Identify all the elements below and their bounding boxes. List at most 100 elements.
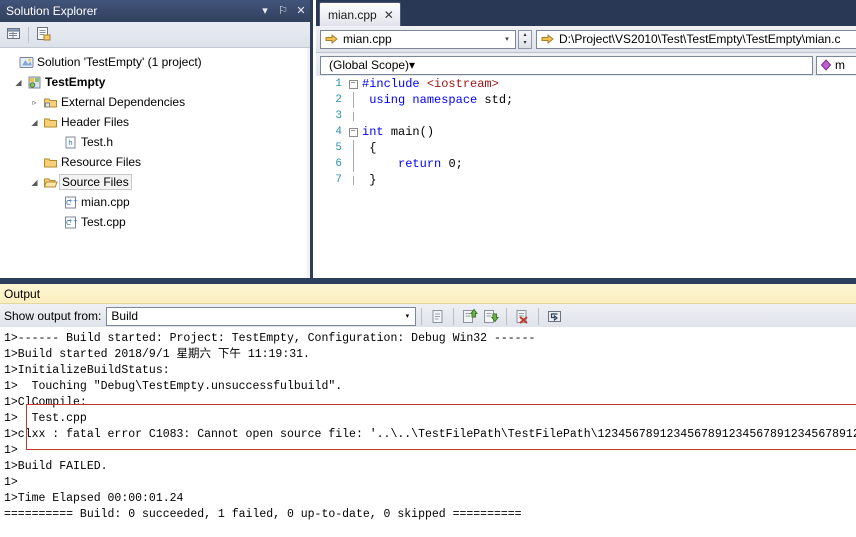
fold-toggle-icon[interactable]: − (346, 79, 360, 89)
code-token: return (398, 157, 449, 171)
toolbar-separator (506, 307, 508, 325)
scope-selector-dropdown[interactable]: (Global Scope) ▾ (320, 55, 813, 75)
output-source-value: Build (111, 309, 139, 323)
show-all-files-icon[interactable] (35, 25, 52, 45)
output-text-area[interactable]: 1>------ Build started: Project: TestEmp… (0, 327, 856, 537)
tree-item-label: Header Files (61, 115, 130, 129)
chevron-down-icon[interactable]: ▾ (409, 58, 415, 72)
fold-bar (346, 156, 360, 172)
editor-panel: mian.cpp ✕ mian.cpp ▾ ▴ ▾ D:\Project\VS2… (316, 0, 856, 278)
code-token: #include (362, 77, 427, 91)
tree-item-external-dependencies[interactable]: ▹ External Dependencies (0, 92, 307, 112)
output-line: ========== Build: 0 succeeded, 1 failed,… (4, 508, 522, 521)
output-source-dropdown[interactable]: Build ▾ (106, 306, 417, 326)
spinner-down-icon[interactable]: ▾ (523, 40, 526, 46)
file-path-display[interactable]: D:\Project\VS2010\Test\TestEmpty\TestEmp… (536, 29, 856, 49)
clear-all-icon[interactable] (512, 306, 533, 326)
cpp-file-icon: C ++ (61, 215, 79, 230)
spinner-up-icon[interactable]: ▴ (523, 32, 526, 38)
line-number: 7 (335, 174, 342, 186)
code-line: 2 using namespace std; (316, 92, 856, 108)
output-line: 1> Test.cpp (4, 412, 87, 425)
expander[interactable]: ◢ (28, 178, 41, 187)
tree-item-label: Test.cpp (81, 215, 126, 229)
toggle-word-wrap-icon[interactable] (544, 306, 565, 326)
tree-item-label: mian.cpp (81, 195, 130, 209)
code-line: 4 − int main() (316, 124, 856, 140)
fold-bar (346, 92, 360, 108)
folder-icon (41, 155, 59, 170)
folder-icon (41, 115, 59, 130)
expander[interactable]: ◢ (12, 78, 25, 87)
tree-item-mian-cpp[interactable]: C ++ mian.cpp (0, 192, 307, 212)
find-in-output-icon[interactable] (427, 306, 448, 326)
tree-item-solution[interactable]: Solution 'TestEmpty' (1 project) (0, 52, 307, 72)
tab-label: mian.cpp (328, 7, 377, 22)
tree-item-label: Test.h (81, 135, 114, 149)
output-line-error: 1>clxx : fatal error C1083: Cannot open … (4, 428, 856, 441)
dropdown-icon[interactable]: ▾ (256, 2, 274, 20)
file-arrow-icon (321, 33, 341, 45)
expander[interactable]: ▹ (28, 98, 41, 107)
line-number: 5 (335, 142, 342, 154)
scope-selector-value: (Global Scope) (329, 58, 410, 72)
output-line: 1>InitializeBuildStatus: (4, 364, 170, 377)
go-to-previous-message-icon[interactable] (459, 306, 480, 326)
close-icon[interactable]: ✕ (292, 2, 310, 20)
toolbar-separator (28, 26, 29, 43)
tree-item-test-h[interactable]: h Test.h (0, 132, 307, 152)
navigation-spinner[interactable]: ▴ ▾ (518, 29, 532, 49)
code-token: main() (390, 125, 435, 139)
expander[interactable]: ◢ (28, 118, 41, 127)
member-selector-dropdown[interactable]: m (816, 55, 856, 75)
tab-mian-cpp[interactable]: mian.cpp ✕ (319, 2, 401, 26)
member-selector-value: m (835, 58, 845, 72)
properties-icon[interactable] (5, 25, 22, 45)
code-line: 6 return 0; (316, 156, 856, 172)
output-line: 1> Touching "Debug\TestEmpty.unsuccessfu… (4, 380, 343, 393)
toolbar-separator (421, 307, 423, 325)
chevron-down-icon[interactable]: ▾ (399, 312, 415, 320)
tree-item-header-files[interactable]: ◢ Header Files (0, 112, 307, 132)
code-editor-surface[interactable]: 1 − #include <iostream> 2 using namespac… (316, 76, 856, 278)
project-icon (25, 75, 43, 90)
line-number: 4 (335, 126, 342, 138)
tree-item-label: Solution 'TestEmpty' (1 project) (37, 55, 202, 69)
code-line: 1 − #include <iostream> (316, 76, 856, 92)
code-token: <iostream> (426, 77, 499, 91)
svg-text:++: ++ (67, 218, 77, 225)
go-to-next-message-icon[interactable] (480, 306, 501, 326)
solution-tree[interactable]: Solution 'TestEmpty' (1 project) ◢ TestE… (0, 48, 307, 278)
tree-item-label: TestEmpty (45, 75, 106, 89)
output-line: 1>------ Build started: Project: TestEmp… (4, 332, 536, 345)
output-titlebar: Output (0, 284, 856, 304)
folder-open-icon (41, 175, 59, 190)
tree-item-source-files[interactable]: ◢ Source Files (0, 172, 307, 192)
editor-tabstrip: mian.cpp ✕ (316, 0, 856, 26)
output-line: 1> (4, 476, 18, 489)
code-token: 0; (448, 157, 463, 171)
tree-item-resource-files[interactable]: Resource Files (0, 152, 307, 172)
output-line: 1> (4, 444, 18, 457)
output-line: 1>ClCompile: (4, 396, 87, 409)
close-icon[interactable]: ✕ (384, 9, 394, 21)
output-title: Output (4, 286, 41, 301)
chevron-down-icon[interactable]: ▾ (499, 35, 515, 43)
member-icon (817, 59, 835, 71)
line-number: 3 (335, 110, 342, 122)
code-line: 7 } (316, 172, 856, 188)
cpp-file-icon: C ++ (61, 195, 79, 210)
output-line: 1>Build started 2018/9/1 星期六 下午 11:19:31… (4, 348, 310, 361)
solution-explorer-toolbar (0, 22, 310, 48)
fold-toggle-icon[interactable]: − (346, 127, 360, 137)
tree-item-label: Resource Files (61, 155, 142, 169)
file-selector-dropdown[interactable]: mian.cpp ▾ (320, 29, 516, 49)
pin-icon[interactable]: ⚐ (274, 2, 292, 20)
header-file-icon: h (61, 135, 79, 150)
tree-item-test-cpp[interactable]: C ++ Test.cpp (0, 212, 307, 232)
svg-text:h: h (68, 139, 72, 147)
tree-item-project[interactable]: ◢ TestEmpty (0, 72, 307, 92)
tree-item-label: Source Files (59, 174, 132, 190)
output-line: 1>Time Elapsed 00:00:01.24 (4, 492, 184, 505)
code-line: 5 { (316, 140, 856, 156)
